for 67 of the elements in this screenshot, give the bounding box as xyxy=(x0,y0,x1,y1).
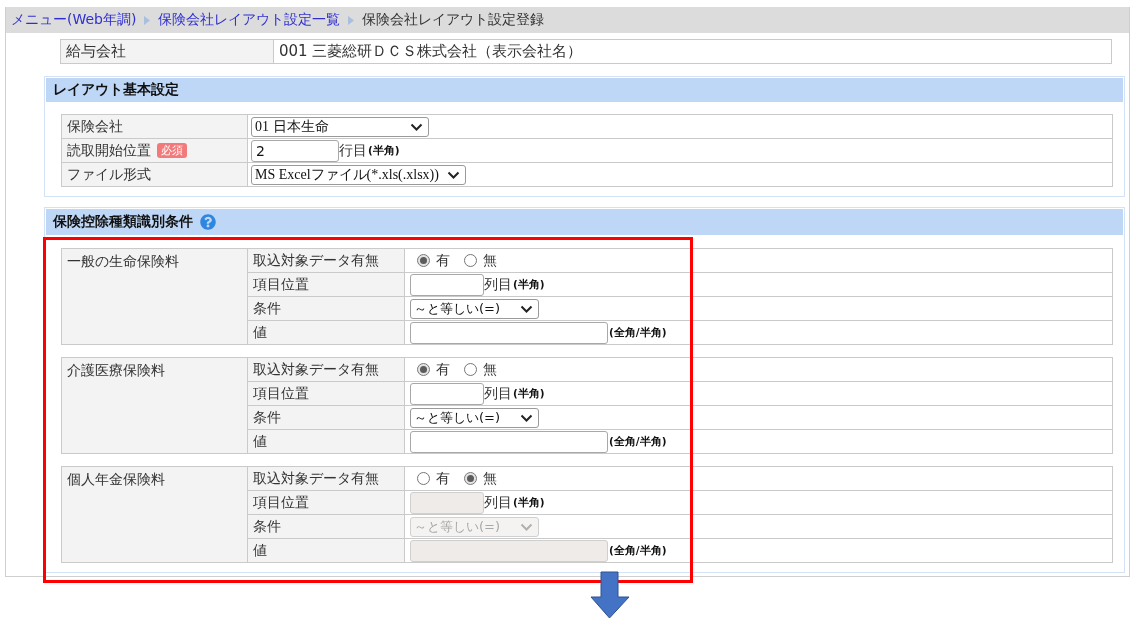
caret-right-icon xyxy=(348,15,355,25)
dropdown[interactable]: ～と等しい(=) xyxy=(410,407,539,428)
unit-label: 列目 xyxy=(484,384,512,403)
caret-right-icon xyxy=(144,15,151,25)
radio-label: 有 xyxy=(436,360,450,379)
section-title: 保険控除種類識別条件 xyxy=(53,213,193,231)
radio-label: 有 xyxy=(436,251,450,270)
field-label: 条件 xyxy=(253,408,281,425)
group-label: 個人年金保険料 xyxy=(67,471,165,487)
breadcrumb-link[interactable]: 保険会社レイアウト設定一覧 xyxy=(158,11,341,29)
dropdown[interactable]: 01 日本生命 xyxy=(251,116,429,137)
radio-label: 有 xyxy=(436,469,450,488)
field-label: 取込対象データ有無 xyxy=(253,360,379,377)
field-label: 項目位置 xyxy=(253,493,309,510)
input-hint: (全角/半角) xyxy=(609,434,667,449)
required-badge: 必須 xyxy=(157,142,187,158)
field-label: 値 xyxy=(253,432,267,449)
input-hint: (半角) xyxy=(513,277,545,292)
breadcrumb-link[interactable]: メニュー(Web年調) xyxy=(11,11,137,29)
radio-label: 無 xyxy=(483,251,497,270)
chevron-down-icon xyxy=(520,304,533,313)
input-field[interactable] xyxy=(410,382,484,405)
radio-button[interactable] xyxy=(464,254,477,267)
input-hint: (半角) xyxy=(368,143,400,158)
field-label: 条件 xyxy=(253,299,281,316)
chevron-down-icon xyxy=(520,413,533,422)
input-hint: (半角) xyxy=(513,495,545,510)
input-hint: (半角) xyxy=(513,386,545,401)
radio-button[interactable] xyxy=(464,363,477,376)
unit-label: 列目 xyxy=(484,493,512,512)
radio-button[interactable] xyxy=(417,363,430,376)
section-title: レイアウト基本設定 xyxy=(53,81,179,99)
field-label: 値 xyxy=(253,323,267,340)
field-label: 給与会社 xyxy=(66,42,126,60)
input-hint: (全角/半角) xyxy=(609,325,667,340)
chevron-down-icon xyxy=(520,522,533,531)
radio-label: 無 xyxy=(483,360,497,379)
chevron-down-icon xyxy=(410,122,423,131)
dropdown[interactable]: ～と等しい(=) xyxy=(410,298,539,319)
chevron-down-icon xyxy=(446,170,460,179)
radio-button[interactable] xyxy=(417,254,430,267)
field-label: 項目位置 xyxy=(253,275,309,292)
input-field[interactable] xyxy=(410,273,484,296)
group-label: 介護医療保険料 xyxy=(67,362,165,378)
group-label: 一般の生命保険料 xyxy=(67,253,179,269)
input-hint: (全角/半角) xyxy=(609,543,667,558)
radio-label: 無 xyxy=(483,469,497,488)
field-label: 値 xyxy=(253,541,267,558)
radio-button[interactable] xyxy=(464,472,477,485)
field-label: 保険会社 xyxy=(67,117,123,134)
field-label: 読取開始位置 xyxy=(67,141,151,158)
help-icon[interactable] xyxy=(200,214,216,230)
down-arrow-icon xyxy=(590,571,630,619)
field-label: 取込対象データ有無 xyxy=(253,251,379,268)
radio-button[interactable] xyxy=(417,472,430,485)
input-field[interactable]: 2 xyxy=(251,139,339,162)
dropdown[interactable]: MS Excelファイル(*.xls(.xlsx)) xyxy=(251,164,466,185)
input-field[interactable] xyxy=(410,321,608,344)
field-label: 項目位置 xyxy=(253,384,309,401)
field-value: 001 三菱総研ＤＣＳ株式会社（表示会社名） xyxy=(279,42,583,60)
field-label: 条件 xyxy=(253,517,281,534)
input-field[interactable] xyxy=(410,430,608,453)
breadcrumb-current: 保険会社レイアウト設定登録 xyxy=(362,11,545,29)
field-label: 取込対象データ有無 xyxy=(253,469,379,486)
unit-label: 列目 xyxy=(484,275,512,294)
unit-label: 行目 xyxy=(339,141,367,160)
field-label: ファイル形式 xyxy=(67,165,151,182)
